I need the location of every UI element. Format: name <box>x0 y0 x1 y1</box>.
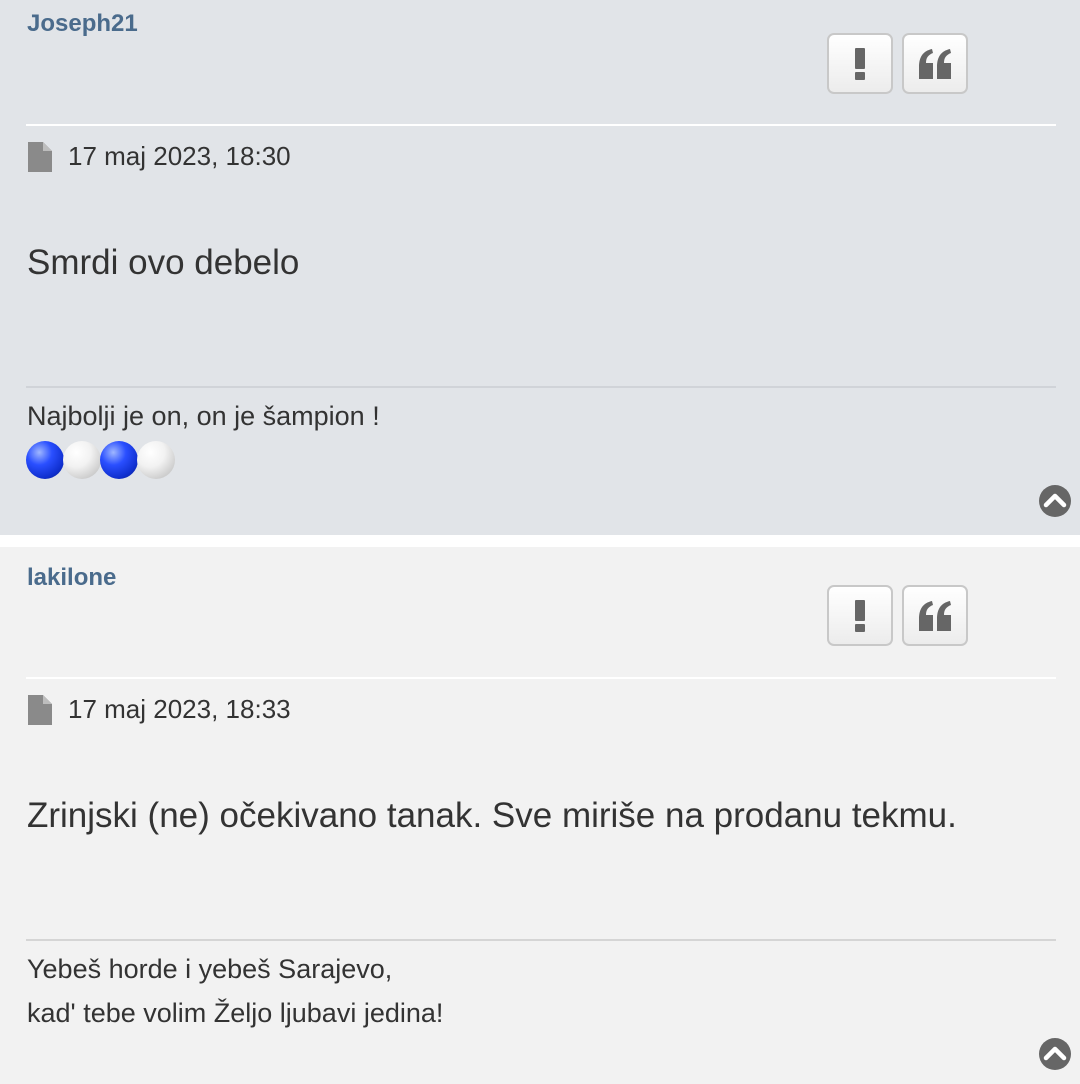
signature-divider <box>26 939 1056 941</box>
white-ball-icon <box>137 441 175 479</box>
report-button[interactable] <box>827 585 893 646</box>
document-icon[interactable] <box>28 694 52 725</box>
signature-image <box>26 441 175 479</box>
quote-button[interactable] <box>902 585 968 646</box>
signature: Yebeš horde i yebeš Sarajevo, kad' tebe … <box>27 947 443 1035</box>
post-content: Zrinjski (ne) očekivano tanak. Sve miriš… <box>27 796 957 835</box>
quote-icon <box>919 600 951 631</box>
post-date: 17 maj 2023, 18:30 <box>68 141 291 171</box>
post-content: Smrdi ovo debelo <box>27 243 300 282</box>
blue-ball-icon <box>100 441 138 479</box>
post: Joseph21 17 maj 2023, 18:30 Smrdi ovo de… <box>0 0 1080 535</box>
blue-ball-icon <box>26 441 64 479</box>
signature-line: Yebeš horde i yebeš Sarajevo, <box>27 954 393 984</box>
post-meta: 17 maj 2023, 18:33 <box>28 694 291 725</box>
report-button[interactable] <box>827 33 893 94</box>
post-meta: 17 maj 2023, 18:30 <box>28 141 291 172</box>
white-ball-icon <box>63 441 101 479</box>
chevron-up-circle-icon[interactable] <box>1038 484 1072 518</box>
post-date: 17 maj 2023, 18:33 <box>68 694 291 724</box>
signature-divider <box>26 386 1056 388</box>
exclamation-icon <box>855 47 865 80</box>
document-icon[interactable] <box>28 141 52 172</box>
signature: Najbolji je on, on je šampion ! <box>27 394 380 438</box>
exclamation-icon <box>855 599 865 632</box>
signature-line: Najbolji je on, on je šampion ! <box>27 401 380 431</box>
signature-line: kad' tebe volim Željo ljubavi jedina! <box>27 998 444 1028</box>
quote-icon <box>919 48 951 79</box>
post-author-link[interactable]: Joseph21 <box>27 10 138 38</box>
post: lakilone 17 maj 2023, 18:33 Zrinjski (ne… <box>0 547 1080 1084</box>
post-author-link[interactable]: lakilone <box>27 564 116 592</box>
chevron-up-circle-icon[interactable] <box>1038 1037 1072 1071</box>
quote-button[interactable] <box>902 33 968 94</box>
divider <box>26 124 1056 126</box>
divider <box>26 677 1056 679</box>
